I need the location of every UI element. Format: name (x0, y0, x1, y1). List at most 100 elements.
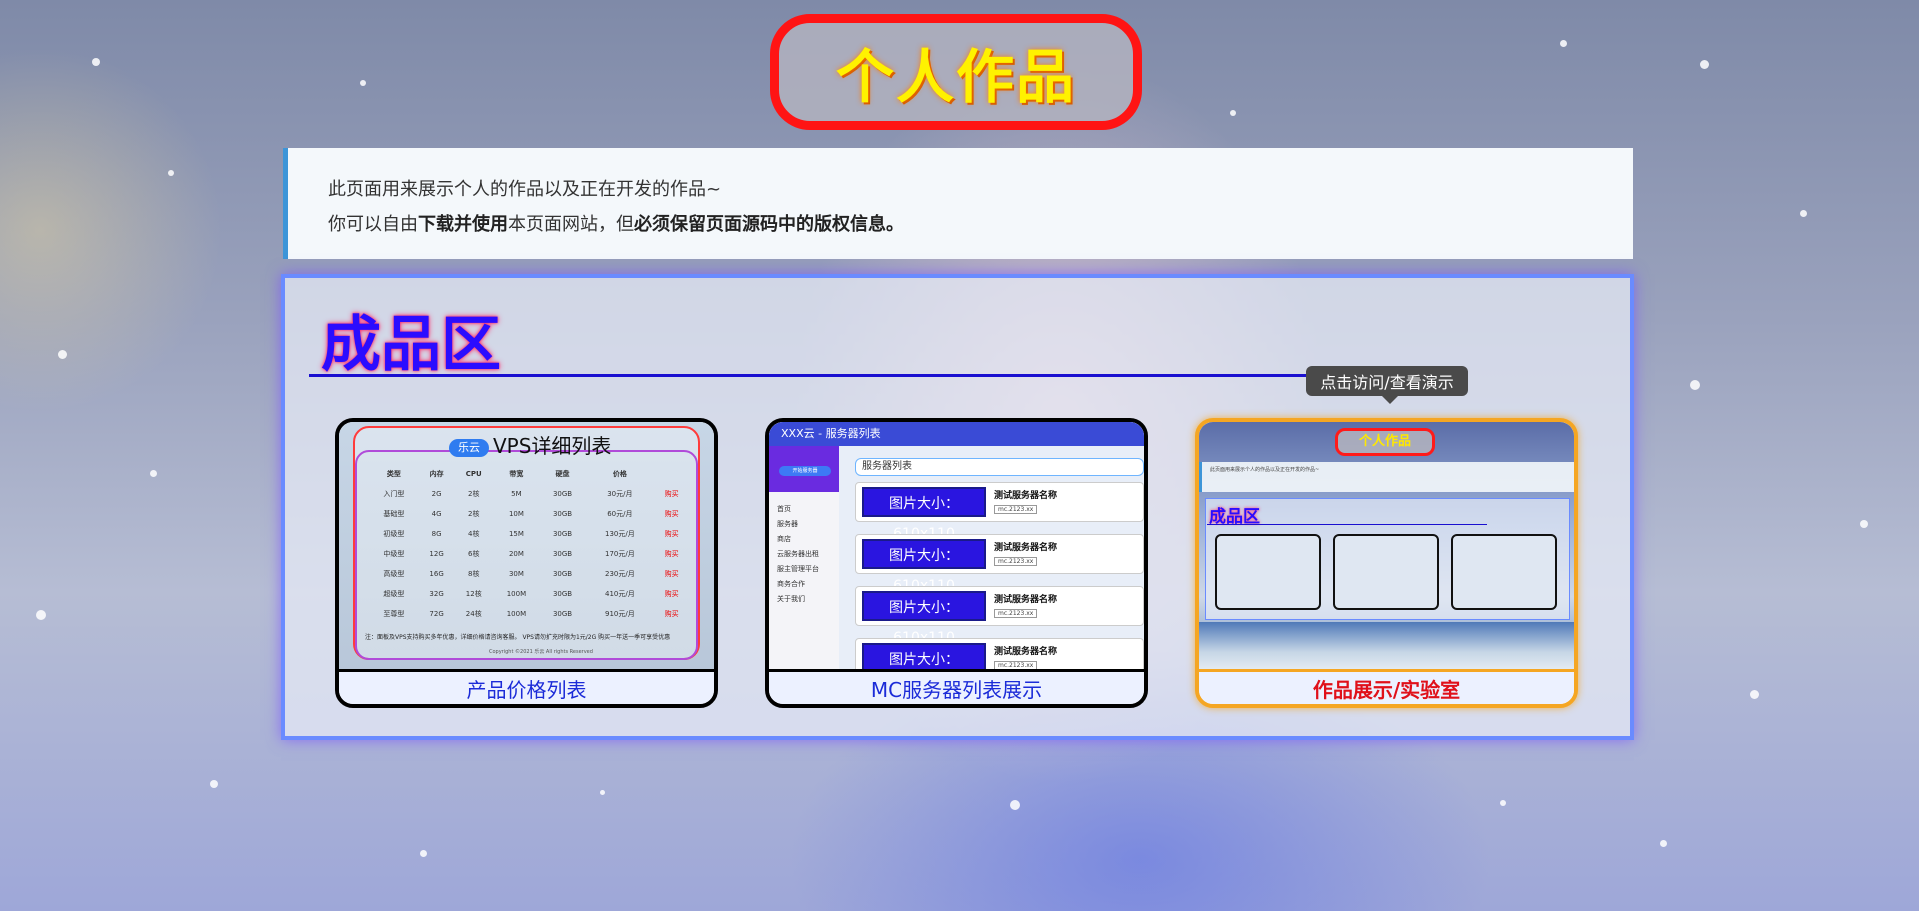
table-cell: 8核 (468, 570, 480, 578)
nav-item: 服主管理平台 (777, 565, 819, 573)
table-cell: 30GB (552, 530, 573, 538)
intro-emphasis-download: 下载并使用 (418, 214, 508, 235)
server-address: mc.2123.xx (994, 609, 1038, 618)
nav-item: 云服务器出租 (777, 550, 819, 558)
buy-link: 购买 (664, 610, 679, 618)
preview-copyright: Copyright ©2021 乐云 All rights Reserved (489, 649, 593, 655)
table-cell: 100M (506, 610, 527, 618)
snowflake (150, 470, 157, 477)
table-cell: 6核 (468, 550, 480, 558)
table-cell: 入门型 (383, 490, 405, 498)
table-cell: 30GB (552, 570, 573, 578)
table-cell: 2核 (468, 490, 480, 498)
intro-emphasis-copyright: 必须保留页面源码中的版权信息。 (634, 214, 904, 235)
preview-sidebar-button: 开始服务器 (779, 466, 831, 476)
server-name: 测试服务器名称 (994, 595, 1058, 605)
preview-note: 注：面板及VPS支持购买多年优惠，详细价格请咨询客服。 VPS请勿扩充时限为1元… (365, 634, 671, 641)
table-cell: 4G (431, 510, 442, 518)
table-cell: 32G (429, 590, 444, 598)
table-cell: 16G (429, 570, 444, 578)
table-cell: 72G (429, 610, 444, 618)
table-cell: 130元/月 (604, 530, 635, 538)
snowflake (168, 170, 174, 176)
server-banner: 图片大小：610x110 (862, 643, 986, 672)
works-section: 成品区 乐云 VPS详细列表 类型 内存 CPU 带宽 硬盘 价格 入门型 2G 2核… (281, 274, 1634, 740)
snowflake (1690, 380, 1700, 390)
preview-title: 个人作品 (1335, 428, 1435, 456)
nav-item: 关于我们 (777, 595, 805, 603)
table-cell: 中级型 (383, 550, 405, 558)
table-row: 入门型 2G 2核 5M 30GB 30元/月 购买 (369, 484, 689, 504)
table-cell: 2核 (468, 510, 480, 518)
intro-notice: 此页面用来展示个人的作品以及正在开发的作品~ 你可以自由下载并使用本页面网站，但… (283, 148, 1633, 259)
table-row: 初级型 8G 4核 15M 30GB 130元/月 购买 (369, 524, 689, 544)
table-cell: 12核 (465, 590, 482, 598)
server-name: 测试服务器名称 (994, 543, 1058, 553)
table-header-row: 类型 内存 CPU 带宽 硬盘 价格 (369, 464, 689, 484)
snowflake (1800, 210, 1807, 217)
preview-site-title: XXX云 - 服务器列表 (769, 422, 1144, 446)
hover-tooltip: 点击访问/查看演示 (1306, 366, 1468, 404)
snowflake (600, 790, 605, 795)
snowflake (1860, 520, 1868, 528)
preview-mini-card (1451, 534, 1557, 610)
preview-logo: 乐云 (449, 438, 489, 457)
section-title: 成品区 (321, 310, 501, 380)
table-cell: 30GB (552, 510, 573, 518)
table-cell: 高级型 (383, 570, 405, 578)
buy-link: 购买 (664, 490, 679, 498)
nav-item: 商务合作 (777, 580, 805, 588)
table-cell: 至尊型 (383, 610, 405, 618)
snowflake (1010, 800, 1020, 810)
preview-background-sea (1199, 622, 1574, 672)
column-header: 价格 (612, 470, 627, 478)
buy-link: 购买 (664, 550, 679, 558)
preview-thumbnail: 个人作品 此页面用来展示个人的作品以及正在开发的作品~ 成品区 (1199, 422, 1574, 672)
snowflake (1700, 60, 1709, 69)
server-banner: 图片大小：610x110 (862, 487, 986, 542)
table-cell: 30M (508, 570, 524, 578)
card-caption-link[interactable]: 作品展示/实验室 (1199, 669, 1574, 704)
nav-item: 商店 (777, 535, 791, 543)
preview-nav: 首页 服务器 商店 云服务器出租 服主管理平台 商务合作 关于我们 (777, 502, 819, 607)
snowflake (58, 350, 67, 359)
table-cell: 410元/月 (604, 590, 635, 598)
work-card-price-list[interactable]: 乐云 VPS详细列表 类型 内存 CPU 带宽 硬盘 价格 入门型 2G 2核 5M 30… (335, 418, 718, 708)
column-header: CPU (465, 470, 482, 478)
table-cell: 2G (431, 490, 442, 498)
buy-link: 购买 (664, 530, 679, 538)
table-cell: 30GB (552, 490, 573, 498)
table-cell: 24核 (465, 610, 482, 618)
snowflake (1660, 840, 1667, 847)
server-name: 测试服务器名称 (994, 491, 1058, 501)
intro-text: 你可以自由 (328, 214, 418, 235)
table-cell: 初级型 (383, 530, 405, 538)
snowflake (360, 80, 366, 86)
work-card-mc-server-list[interactable]: XXX云 - 服务器列表 开始服务器 首页 服务器 商店 云服务器出租 服主管理… (765, 418, 1148, 708)
server-row: 图片大小：610x110 测试服务器名称 mc.2123.xx (855, 534, 1144, 594)
card-caption-link[interactable]: 产品价格列表 (339, 669, 714, 704)
server-banner: 图片大小：610x110 (862, 591, 986, 646)
table-row: 至尊型 72G 24核 100M 30GB 910元/月 购买 (369, 604, 689, 624)
snowflake (1750, 690, 1759, 699)
column-header: 类型 (386, 470, 401, 478)
work-card-showcase-lab[interactable]: 个人作品 此页面用来展示个人的作品以及正在开发的作品~ 成品区 作品展示/实验室 (1195, 418, 1578, 708)
snowflake (36, 610, 46, 620)
table-row: 超级型 32G 12核 100M 30GB 410元/月 购买 (369, 584, 689, 604)
column-header: 硬盘 (555, 470, 570, 478)
table-cell: 30GB (552, 610, 573, 618)
snowflake (1500, 800, 1506, 806)
column-header (654, 464, 689, 484)
preview-list-title: 服务器列表 (855, 458, 1144, 476)
table-cell: 170元/月 (604, 550, 635, 558)
page-title: 个人作品 (835, 43, 1076, 111)
buy-link: 购买 (664, 590, 679, 598)
card-caption-link[interactable]: MC服务器列表展示 (769, 669, 1144, 704)
preview-mini-card (1215, 534, 1321, 610)
column-header: 内存 (429, 470, 444, 478)
intro-line-2: 你可以自由下载并使用本页面网站，但必须保留页面源码中的版权信息。 (328, 207, 1633, 242)
price-table: 类型 内存 CPU 带宽 硬盘 价格 入门型 2G 2核 5M 30GB 30元/月 购买 … (369, 464, 689, 624)
table-row: 基础型 4G 2核 10M 30GB 60元/月 购买 (369, 504, 689, 524)
server-address: mc.2123.xx (994, 557, 1038, 566)
table-cell: 15M (508, 530, 524, 538)
